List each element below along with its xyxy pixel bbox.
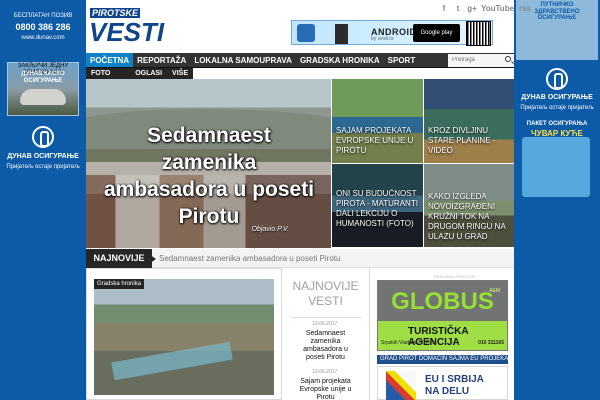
rss-icon[interactable]: rss: [518, 4, 532, 13]
right-insurance-logo-icon: [546, 68, 568, 90]
side-news-item[interactable]: ONI SU BUDUĆNOST PIROTA - MATURANTI DALI…: [331, 164, 423, 248]
youtube-icon[interactable]: YouTube: [481, 4, 514, 13]
left-insurance-advertisement[interactable]: БЕСПЛАТАН ПОЗИВ 0800 386 286 www.dunav.c…: [0, 0, 86, 400]
latest-ticker-link[interactable]: Sedamnaest zamenika ambasadora u poseti …: [159, 254, 340, 263]
agency-phone: 010 311165: [478, 340, 504, 346]
side-news-title[interactable]: ONI SU BUDUĆNOST PIROTA - MATURANTI DALI…: [336, 189, 420, 229]
right-insurance-slogan: Пријатељ остаје пријатељ: [520, 105, 594, 111]
side-news-title[interactable]: KAKO IZGLEDA NOVOIZGRAĐENI KRUŽNI TOK NA…: [428, 192, 512, 242]
search-input[interactable]: [448, 54, 514, 67]
nav-ads[interactable]: OGLASI: [130, 68, 167, 79]
insurance-logo-icon: [32, 126, 54, 148]
qr-code-icon: [466, 21, 491, 46]
side-news-item[interactable]: KROZ DIVLJINU STARE PLANINE - VIDEO: [423, 79, 514, 164]
featured-news-author: Objavio P.V.: [251, 226, 290, 233]
insurance-slogan: Пријатељ остаје пријатељ: [6, 164, 80, 170]
ad-website: www.dunav.com: [21, 35, 65, 41]
nav-local-government[interactable]: LOKALNA SAMOUPRAVA: [190, 53, 296, 67]
latest-news-column: NAJNOVIJE VESTI 13.06.2017. Sedamnaest z…: [282, 268, 370, 400]
nav-reportage[interactable]: REPORTAŽA: [133, 53, 190, 67]
side-news-item[interactable]: KAKO IZGLEDA NOVOIZGRAĐENI KRUŽNI TOK NA…: [423, 164, 514, 248]
side-news-title[interactable]: SAJAM PROJEKATA EVROPSKE UNIJE U PIROTU: [336, 126, 420, 156]
right-insurance-advertisement[interactable]: ПУТНИЧКО ЗДРАВСТВЕНО ОСИГУРАЊЕ ДУНАВ ОСИ…: [514, 0, 600, 400]
android-source: by vesti.rs: [371, 36, 394, 42]
site-logo[interactable]: PIROTSKE VESTI: [89, 8, 179, 47]
search-icon[interactable]: [505, 56, 511, 62]
ad-phone-number: 0800 386 286: [15, 22, 71, 32]
free-call-label: БЕСПЛАТАН ПОЗИВ: [13, 13, 73, 19]
agency-details: TURISTIČKA AGENCIJA Srpskih Vladara 72, …: [378, 321, 507, 350]
serbia-map-icon: [386, 371, 416, 400]
insurance-brand: ДУНАВ ОСИГУРАЊЕ: [7, 153, 79, 160]
featured-news-slider[interactable]: Sedamnaest zamenika ambasadora u poseti …: [86, 79, 331, 248]
eu-fair-header: GRAD PIROT DOMAĆIN SAJMA EU PROJEKATA: [377, 355, 508, 364]
featured-news-title[interactable]: Sedamnaest zamenika ambasadora u poseti …: [100, 122, 318, 230]
pirotske-vesti-page: БЕСПЛАТАН ПОЗИВ 0800 386 286 www.dunav.c…: [0, 0, 600, 400]
google-plus-icon[interactable]: g+: [467, 4, 477, 13]
latest-news-ticker: NAJNOVIJE Sedamnaest zamenika ambasadora…: [86, 249, 514, 268]
google-play-button[interactable]: Google play: [413, 24, 460, 42]
phone-icon: [335, 24, 348, 44]
main-navigation: POČETNA REPORTAŽA LOKALNA SAMOUPRAVA GRA…: [86, 53, 514, 68]
latest-news-heading: NAJNOVIJE VESTI: [292, 279, 359, 308]
app-icon: [297, 24, 315, 42]
globus-travel-advertisement[interactable]: GLOBUS A&M TURISTIČKA AGENCIJA Srpskih V…: [377, 280, 508, 351]
latest-ticker-label: NAJNOVIJE: [86, 249, 152, 268]
twitter-icon[interactable]: t: [453, 4, 463, 13]
side-news-title[interactable]: KROZ DIVLJINU STARE PLANINE - VIDEO: [428, 126, 512, 156]
nav-sport[interactable]: SPORT: [384, 53, 420, 67]
car-icon: [20, 89, 66, 105]
sidebar-advertisements: REKLAMNI PROSTOR GLOBUS A&M TURISTIČKA A…: [370, 268, 514, 400]
latest-news-link[interactable]: Sajam projekata Evropske unije u Pirotu: [294, 378, 358, 400]
nav-city-chronicle[interactable]: GRADSKA HRONIKA: [296, 53, 384, 67]
heading-divider: [290, 317, 361, 318]
article-image[interactable]: Gradska hronika: [94, 279, 274, 395]
right-insurance-brand: ДУНАВ ОСИГУРАЊЕ: [521, 94, 593, 101]
globus-logo: GLOBUS: [378, 281, 507, 321]
facebook-icon[interactable]: f: [439, 4, 449, 13]
latest-news-date: 13.06.2017.: [312, 369, 339, 375]
side-news-grid: SAJAM PROJEKATA EVROPSKE UNIJE U PIROTU …: [331, 79, 514, 248]
site-logo-main-text: VESTI: [89, 17, 165, 47]
side-news-item[interactable]: SAJAM PROJEKATA EVROPSKE UNIJE U PIROTU: [331, 79, 423, 164]
house-icon: [522, 137, 590, 197]
featured-article-card[interactable]: Gradska hronika: [86, 268, 282, 400]
eu-serbia-title: EU I SRBIJA: [425, 374, 484, 385]
home-package-label: ПАКЕТ ОСИГУРАЊА: [526, 121, 588, 127]
latest-news-link[interactable]: Sedamnaest zamenika ambasadora u poseti …: [294, 330, 358, 362]
latest-news-date: 13.06.2017.: [312, 321, 339, 327]
nav-home[interactable]: POČETNA: [86, 53, 134, 67]
android-app-advertisement[interactable]: ANDROID by vesti.rs Google play: [291, 20, 493, 46]
nav-more[interactable]: VIŠE: [167, 68, 193, 79]
eu-serbia-advertisement[interactable]: EU I SRBIJA NA DELU: [377, 366, 508, 400]
social-links: f t g+ YouTube rss: [439, 4, 532, 13]
nav-photo-news[interactable]: FOTO VEST: [86, 68, 130, 88]
agency-address: Srpskih Vladara 72, Pirot: [381, 340, 437, 346]
secondary-navigation: FOTO VEST OGLASI VIŠE: [86, 68, 193, 88]
globus-suffix: A&M: [489, 288, 500, 294]
ticker-arrow-icon: [149, 254, 156, 264]
article-category-badge[interactable]: Gradska hronika: [94, 279, 145, 289]
car-campaign-title: ДУНАВ КАСКО ОСИГУРАЊЕ: [21, 71, 65, 84]
eu-serbia-subtitle: NA DELU: [425, 386, 470, 397]
advertising-space-label: REKLAMNI PROSTOR: [434, 274, 476, 279]
